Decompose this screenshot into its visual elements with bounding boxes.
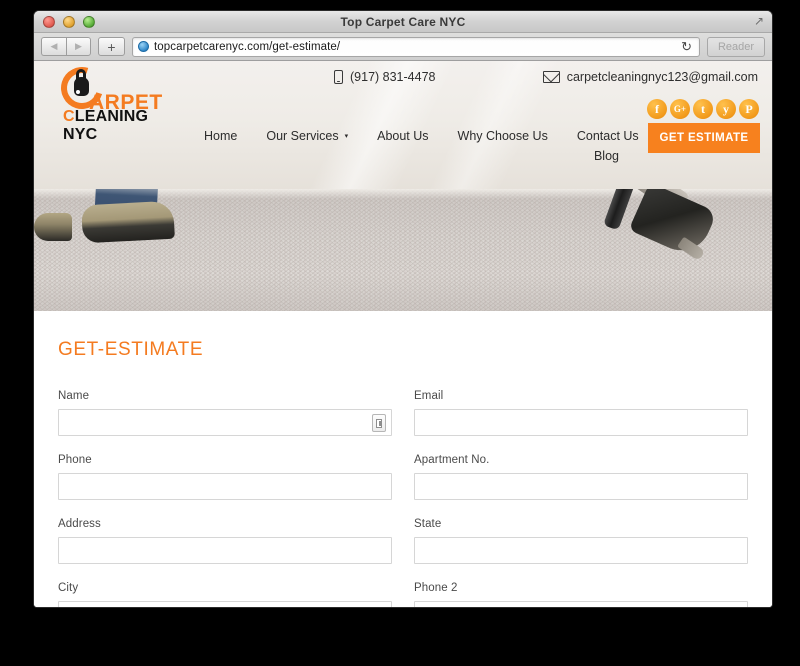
navigation-buttons: ◀ ▶ (41, 37, 91, 56)
label-state: State (414, 518, 442, 530)
field-city: City (58, 582, 392, 607)
nav-item-about-us[interactable]: About Us (377, 129, 428, 143)
field-phone: Phone (58, 454, 392, 500)
nav-label-why-choose-us: Why Choose Us (457, 129, 548, 143)
label-email: Email (414, 390, 444, 402)
header-email[interactable]: carpetcleaningnyc123@gmail.com (542, 70, 758, 84)
hero-shoe-front (81, 200, 175, 244)
nav-label-contact-us: Contact Us (576, 129, 639, 143)
chevron-down-icon: ▾ (344, 133, 349, 140)
vacuum-dot-icon (76, 90, 80, 94)
field-address: Address (58, 518, 392, 564)
browser-window: Top Carpet Care NYC ↗ ◀ ▶ + topcarpetcar… (33, 10, 773, 608)
nav-item-our-services[interactable]: Our Services ▾ (266, 129, 348, 143)
page-title: GET-ESTIMATE (58, 339, 204, 360)
input-phone-2[interactable] (414, 601, 748, 607)
pinterest-icon[interactable]: P (739, 99, 759, 119)
nav-item-why-choose-us[interactable]: Why Choose Us (458, 129, 548, 143)
input-address[interactable] (58, 537, 392, 564)
nav-second-row: Blog (204, 149, 664, 163)
logo-letter-c: C (63, 108, 75, 125)
input-phone[interactable] (58, 473, 392, 500)
nav-item-contact-us[interactable]: Contact Us (577, 129, 639, 143)
fullscreen-icon[interactable]: ↗ (754, 15, 764, 27)
facebook-icon[interactable]: f (647, 99, 667, 119)
twitter-icon[interactable]: t (693, 99, 713, 119)
field-phone-2: Phone 2 (414, 582, 748, 607)
autofill-contact-icon[interactable] (372, 414, 386, 432)
input-state[interactable] (414, 537, 748, 564)
window-titlebar[interactable]: Top Carpet Care NYC ↗ (34, 11, 772, 33)
estimate-form: Name Email Phone Apartment No. Address S… (58, 390, 748, 607)
hero-shoe-back (34, 213, 72, 241)
field-name: Name (58, 390, 392, 436)
logo-word-cleaning-nyc: CLEANING NYC (63, 108, 185, 144)
label-apartment-no: Apartment No. (414, 454, 490, 466)
nav-label-about-us: About Us (377, 129, 429, 143)
envelope-icon (542, 71, 560, 83)
globe-icon (138, 41, 149, 52)
back-button[interactable]: ◀ (41, 37, 66, 56)
page-content: GET-ESTIMATE Name Email Phone Apartment … (34, 311, 772, 607)
input-name[interactable] (58, 409, 392, 436)
nav-label-blog: Blog (593, 149, 619, 163)
site-logo[interactable]: ARPET CLEANING NYC (53, 61, 185, 143)
browser-toolbar: ◀ ▶ + topcarpetcarenyc.com/get-estimate/… (34, 33, 772, 61)
address-bar[interactable]: topcarpetcarenyc.com/get-estimate/ ↻ (132, 36, 700, 57)
reload-icon[interactable]: ↻ (681, 40, 694, 53)
input-city[interactable] (58, 601, 392, 607)
social-links: f G+ t y P (647, 99, 759, 119)
field-apartment-no: Apartment No. (414, 454, 748, 500)
desktop-background: Top Carpet Care NYC ↗ ◀ ▶ + topcarpetcar… (0, 0, 800, 666)
google-plus-icon[interactable]: G+ (670, 99, 690, 119)
contact-card-glyph (376, 418, 382, 428)
phone-icon (334, 70, 343, 84)
header-phone[interactable]: (917) 831-4478 (334, 70, 435, 84)
input-apartment-no[interactable] (414, 473, 748, 500)
header-email-text: carpetcleaningnyc123@gmail.com (566, 70, 758, 84)
page-viewport: ARPET CLEANING NYC (917) 831-4478 carpet… (34, 61, 772, 607)
nav-item-blog[interactable]: Blog (594, 149, 619, 163)
forward-button[interactable]: ▶ (66, 37, 91, 56)
label-name: Name (58, 390, 90, 402)
label-phone: Phone (58, 454, 92, 466)
label-phone-2: Phone 2 (414, 582, 458, 594)
nav-label-home: Home (204, 129, 238, 143)
hero-vacuum-head (628, 189, 718, 260)
label-city: City (58, 582, 79, 594)
field-email: Email (414, 390, 748, 436)
nav-label-our-services: Our Services (266, 129, 339, 143)
window-title: Top Carpet Care NYC (340, 14, 466, 29)
reader-button[interactable]: Reader (707, 36, 765, 57)
field-state: State (414, 518, 748, 564)
hero-banner-image (34, 189, 772, 311)
header-contact-row: (917) 831-4478 carpetcleaningnyc123@gmai… (334, 70, 758, 84)
new-tab-button[interactable]: + (98, 37, 125, 56)
site-header: ARPET CLEANING NYC (917) 831-4478 carpet… (34, 61, 772, 189)
nav-item-home[interactable]: Home (204, 129, 237, 143)
url-text: topcarpetcarenyc.com/get-estimate/ (154, 40, 341, 53)
input-email[interactable] (414, 409, 748, 436)
get-estimate-button[interactable]: GET ESTIMATE (648, 123, 760, 153)
main-navigation: Home Our Services ▾ About Us Why Choose … (204, 129, 664, 163)
yelp-icon[interactable]: y (716, 99, 736, 119)
logo-cleaning-rest: LEANING NYC (63, 108, 149, 143)
header-phone-text: (917) 831-4478 (350, 70, 436, 84)
label-address: Address (58, 518, 101, 530)
